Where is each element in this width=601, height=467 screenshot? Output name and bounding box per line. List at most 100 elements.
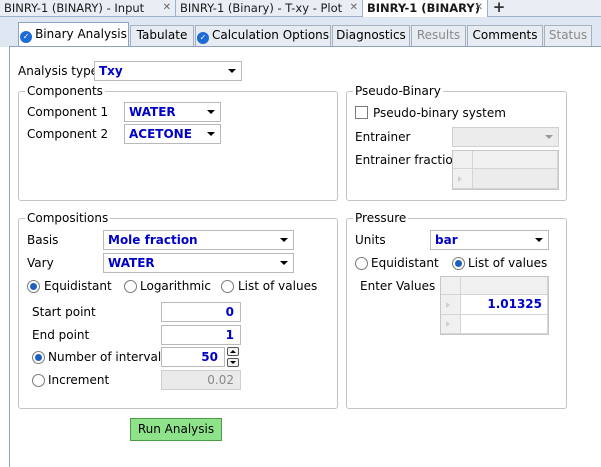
chevron-down-icon bbox=[207, 110, 215, 114]
chevron-down-icon bbox=[535, 238, 543, 242]
doc-tab-label: BINRY-1 (Binary) - T-xy - Plot bbox=[180, 1, 343, 15]
analysis-type-label: Analysis type bbox=[18, 64, 99, 78]
tab-binary-analysis[interactable]: ✓ Binary Analysis bbox=[18, 22, 129, 47]
pressure-equidistant-label: Equidistant bbox=[371, 256, 439, 270]
component2-label: Component 2 bbox=[27, 127, 109, 141]
units-label: Units bbox=[355, 233, 386, 247]
stepper-up-icon[interactable] bbox=[227, 347, 239, 356]
units-value: bar bbox=[435, 233, 458, 247]
basis-select[interactable]: Mole fraction bbox=[103, 230, 294, 250]
pressure-list-of-values-radio[interactable] bbox=[452, 257, 465, 270]
equidistant-label: Equidistant bbox=[44, 279, 112, 293]
grid-column-header bbox=[473, 151, 558, 169]
doc-tab-binary[interactable]: BINRY-1 (BINARY) ✕ bbox=[363, 0, 488, 18]
logarithmic-radio[interactable] bbox=[124, 280, 137, 293]
analysis-type-select[interactable]: Txy bbox=[94, 61, 242, 81]
check-circle-icon: ✓ bbox=[196, 32, 209, 44]
check-circle-icon: ✓ bbox=[20, 31, 33, 43]
pressure-list-of-values-label: List of values bbox=[468, 256, 548, 270]
pressure-values-grid[interactable]: 1.01325 bbox=[440, 276, 549, 335]
entrainer-fraction-label: Entrainer fraction bbox=[355, 153, 461, 167]
list-of-values-radio[interactable] bbox=[221, 280, 234, 293]
tab-comments[interactable]: Comments bbox=[467, 25, 543, 46]
doc-tab-label: BINRY-1 (BINARY) - Input bbox=[4, 1, 145, 15]
component2-value: ACETONE bbox=[129, 127, 192, 141]
grid-row-header bbox=[441, 315, 461, 334]
number-of-intervals-input[interactable]: 50 bbox=[161, 347, 225, 367]
tab-status[interactable]: Status bbox=[544, 25, 592, 46]
chevron-down-icon bbox=[280, 238, 288, 242]
pseudo-binary-checkbox-label: Pseudo-binary system bbox=[373, 106, 506, 120]
pressure-value-cell[interactable]: 1.01325 bbox=[461, 295, 548, 315]
basis-value: Mole fraction bbox=[108, 233, 198, 247]
row-arrow-icon bbox=[458, 176, 462, 182]
entrainer-label: Entrainer bbox=[355, 130, 411, 144]
tab-label: Comments bbox=[472, 28, 538, 42]
chevron-down-icon bbox=[228, 69, 236, 73]
grid-corner bbox=[453, 151, 473, 169]
close-icon[interactable]: ✕ bbox=[475, 0, 483, 16]
tab-tabulate[interactable]: Tabulate bbox=[130, 25, 194, 46]
pseudo-binary-checkbox[interactable] bbox=[355, 106, 368, 119]
chevron-down-icon bbox=[545, 135, 553, 139]
entrainer-fraction-grid[interactable] bbox=[452, 150, 559, 190]
component1-select[interactable]: WATER bbox=[124, 102, 221, 122]
tab-calculation-options[interactable]: ✓ Calculation Options bbox=[195, 25, 331, 46]
end-point-label: End point bbox=[32, 328, 90, 342]
enter-values-label: Enter Values bbox=[360, 279, 436, 293]
tab-label: Binary Analysis bbox=[35, 27, 127, 41]
grid-cell[interactable] bbox=[473, 169, 558, 189]
close-icon[interactable]: ✕ bbox=[350, 0, 358, 16]
grid-row-header bbox=[441, 295, 461, 315]
pressure-title: Pressure bbox=[353, 211, 409, 225]
increment-label: Increment bbox=[48, 373, 110, 387]
doc-tab-label: BINRY-1 (BINARY) bbox=[367, 1, 480, 15]
tab-diagnostics[interactable]: Diagnostics bbox=[332, 25, 410, 46]
grid-column-header bbox=[461, 277, 548, 295]
tab-results[interactable]: Results bbox=[411, 25, 466, 46]
tab-label: Calculation Options bbox=[211, 28, 330, 42]
end-point-input[interactable]: 1 bbox=[161, 325, 241, 345]
document-tab-bar: BINRY-1 (BINARY) - Input ✕ BINRY-1 (Bina… bbox=[0, 0, 601, 18]
doc-tab-input[interactable]: BINRY-1 (BINARY) - Input ✕ bbox=[0, 0, 176, 17]
pseudo-binary-title: Pseudo-Binary bbox=[353, 84, 443, 98]
chevron-down-icon bbox=[207, 132, 215, 136]
number-of-intervals-radio[interactable] bbox=[32, 351, 45, 364]
stepper-down-icon[interactable] bbox=[227, 358, 239, 367]
intervals-stepper[interactable] bbox=[227, 347, 239, 367]
start-point-input[interactable]: 0 bbox=[161, 302, 241, 322]
number-of-intervals-label: Number of intervals bbox=[48, 350, 168, 364]
logarithmic-label: Logarithmic bbox=[140, 279, 211, 293]
component1-value: WATER bbox=[129, 105, 176, 119]
run-analysis-button[interactable]: Run Analysis bbox=[130, 418, 222, 441]
basis-label: Basis bbox=[27, 233, 59, 247]
pressure-empty-cell[interactable] bbox=[461, 315, 548, 334]
components-title: Components bbox=[25, 84, 105, 98]
row-arrow-icon bbox=[446, 302, 450, 308]
tab-label: Results bbox=[416, 28, 461, 42]
tab-label: Tabulate bbox=[136, 28, 188, 42]
close-icon[interactable]: ✕ bbox=[163, 0, 171, 16]
entrainer-select[interactable] bbox=[452, 127, 559, 147]
equidistant-radio[interactable] bbox=[27, 280, 40, 293]
add-tab-icon[interactable]: + bbox=[488, 0, 510, 17]
list-of-values-label: List of values bbox=[238, 279, 318, 293]
row-arrow-icon bbox=[446, 321, 450, 327]
tab-label: Status bbox=[548, 28, 588, 42]
pressure-equidistant-radio[interactable] bbox=[355, 257, 368, 270]
doc-tab-plot[interactable]: BINRY-1 (Binary) - T-xy - Plot ✕ bbox=[176, 0, 363, 17]
grid-row-header bbox=[453, 169, 473, 189]
vary-value: WATER bbox=[108, 256, 155, 270]
vary-select[interactable]: WATER bbox=[103, 253, 294, 273]
grid-corner bbox=[441, 277, 461, 295]
increment-input[interactable]: 0.02 bbox=[161, 370, 241, 390]
component1-label: Component 1 bbox=[27, 105, 109, 119]
units-select[interactable]: bar bbox=[430, 230, 549, 250]
tab-label: Diagnostics bbox=[336, 28, 406, 42]
compositions-title: Compositions bbox=[25, 211, 111, 225]
increment-radio[interactable] bbox=[32, 374, 45, 387]
start-point-label: Start point bbox=[32, 305, 96, 319]
chevron-down-icon bbox=[280, 261, 288, 265]
component2-select[interactable]: ACETONE bbox=[124, 124, 221, 144]
analysis-type-value: Txy bbox=[99, 64, 123, 78]
